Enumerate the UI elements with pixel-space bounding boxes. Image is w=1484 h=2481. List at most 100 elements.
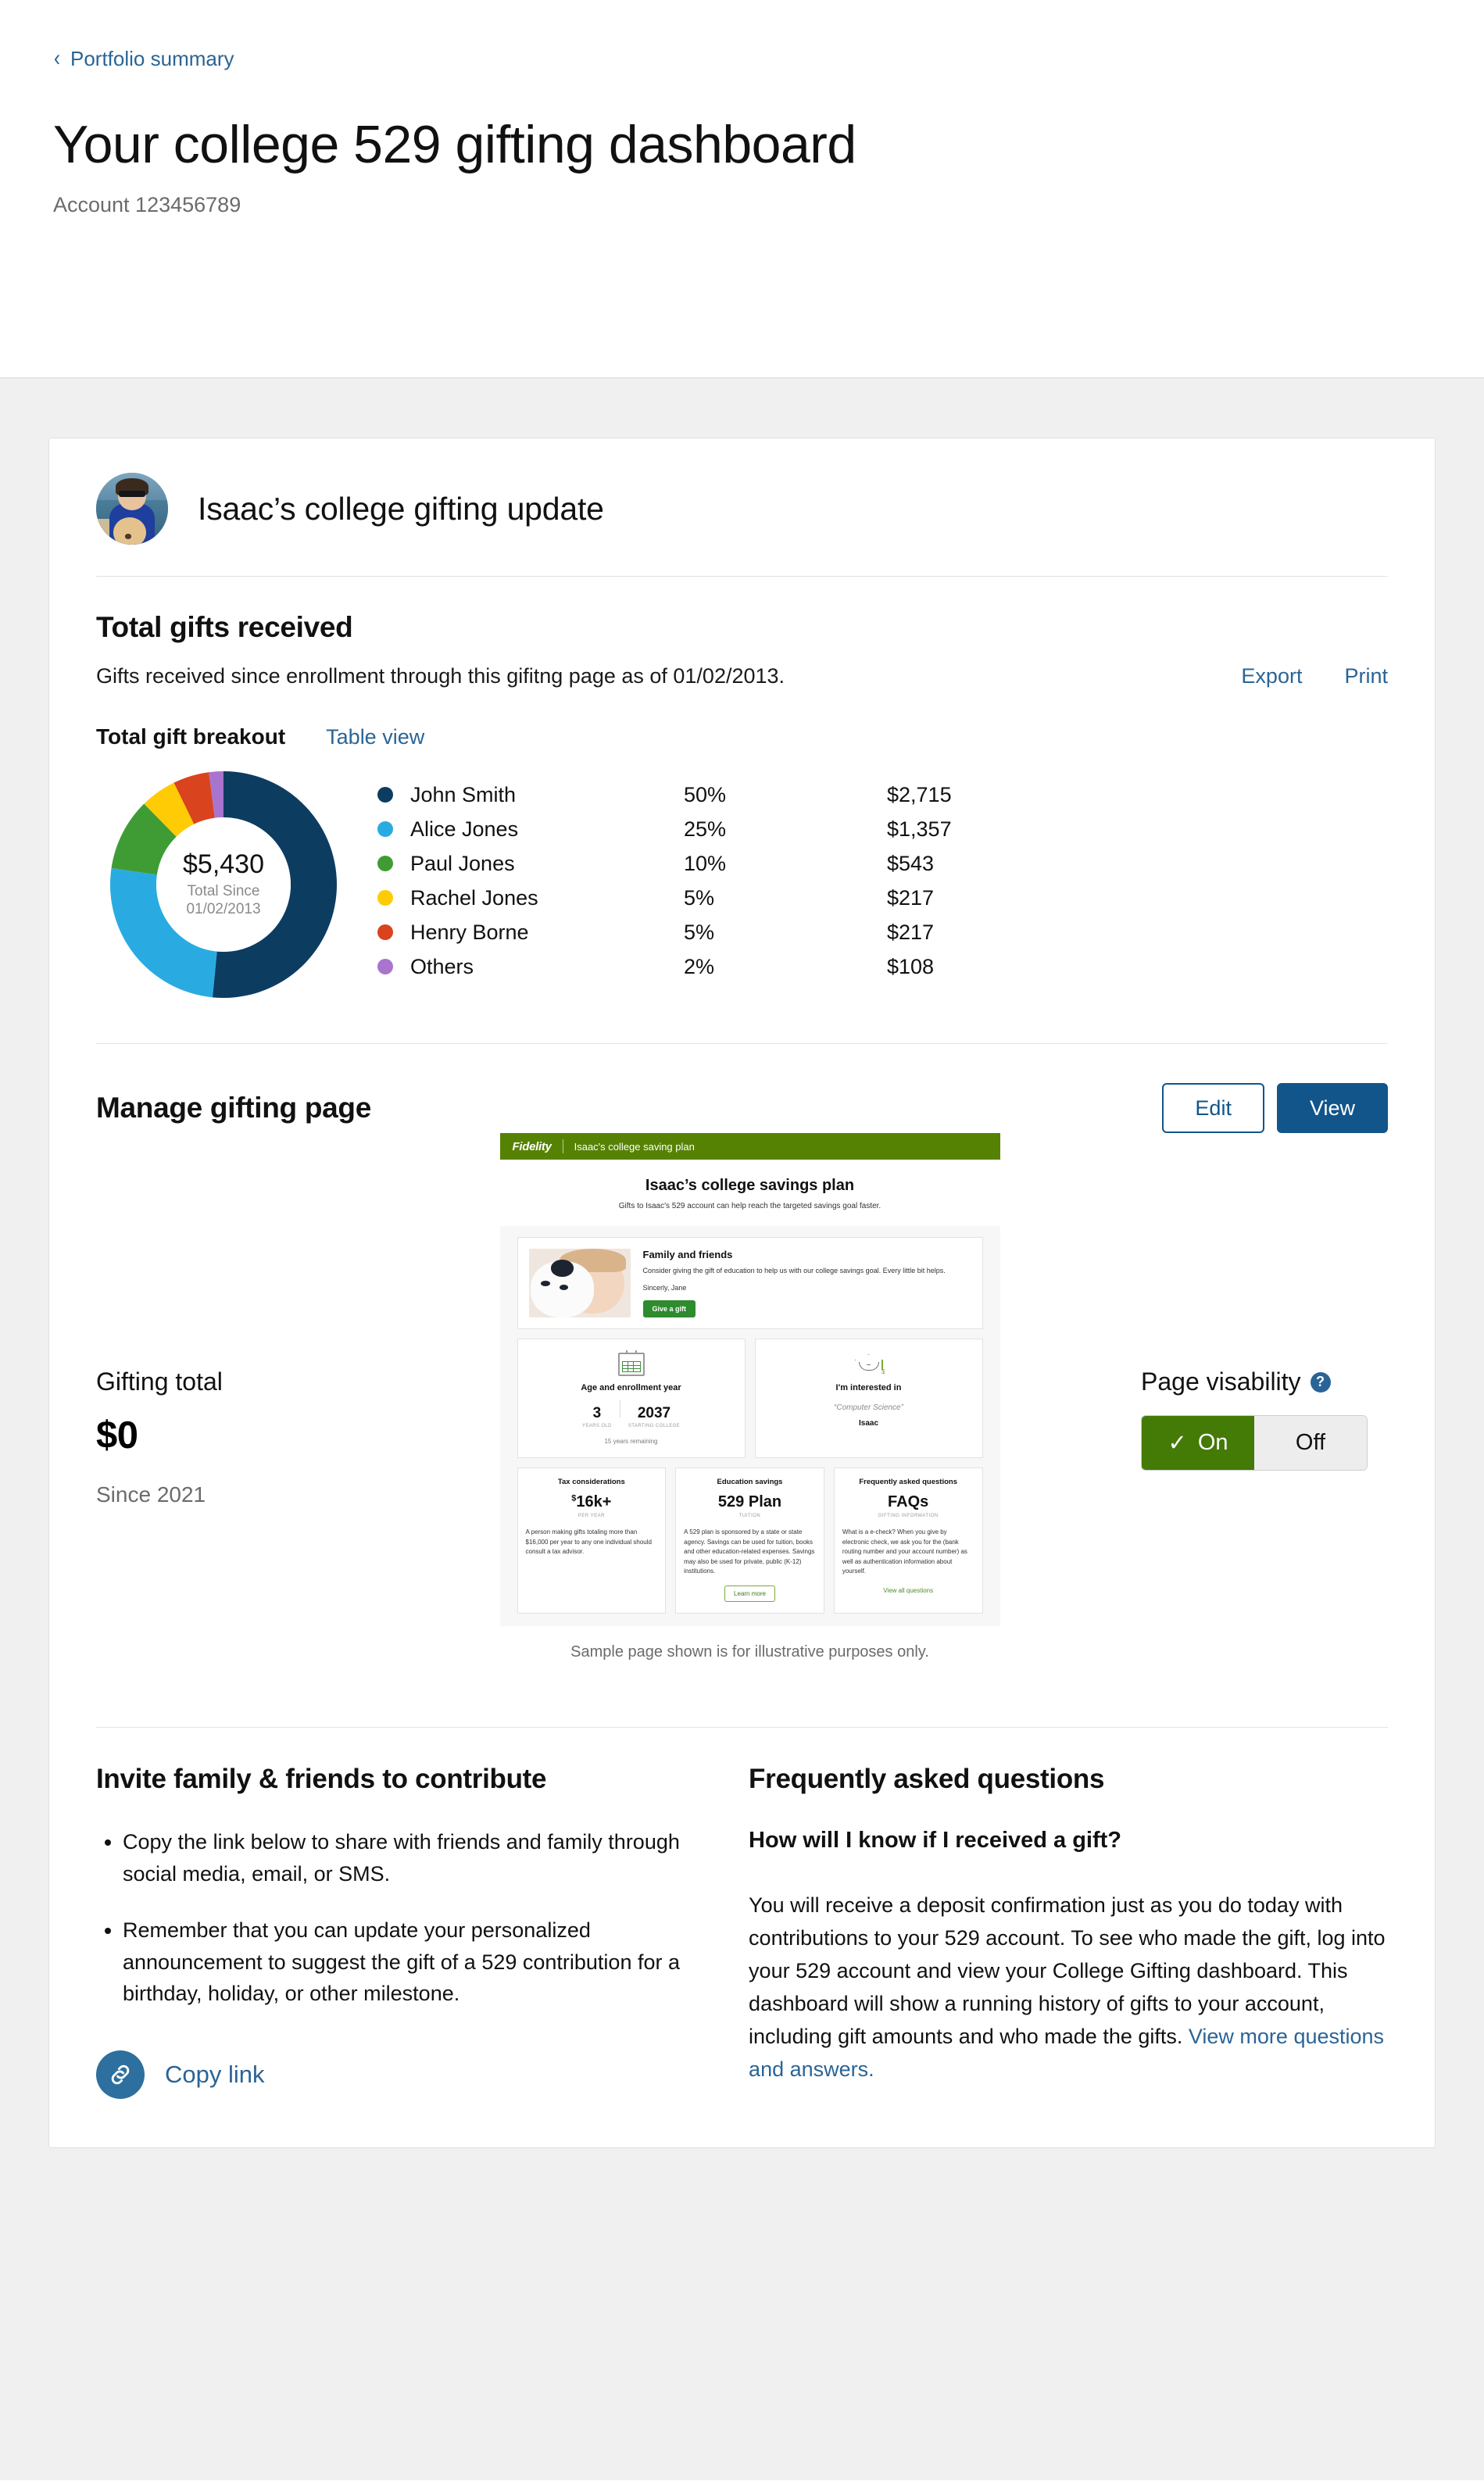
total-gifts-subtext: Gifts received since enrollment through … [96,664,785,688]
main-content-area: Isaac’s college gifting update Total gif… [0,378,1484,2480]
bottom-section: Invite family & friends to contribute Co… [96,1728,1388,2147]
toggle-off-option[interactable]: Off [1254,1416,1367,1471]
legend-row: Paul Jones 10% $543 [377,846,1388,881]
preview-faq-big: FAQs [888,1493,929,1511]
preview-tax-card: Tax considerations $16k+ PER YEAR A pers… [517,1468,667,1614]
legend-amount: $543 [887,851,935,875]
preview-year-value: 2037 [637,1405,671,1422]
legend-amount: $2,715 [887,782,952,806]
gift-breakout-chart: $5,430 Total Since 01/02/2013 John Smith… [96,771,1388,1043]
preview-family-title: Family and friends [642,1249,733,1261]
link-icon[interactable] [96,2050,145,2099]
preview-tax-body: A person making gifts totaling more than… [525,1528,652,1556]
copy-link-row[interactable]: Copy link [96,2050,686,2099]
legend-amount: $1,357 [887,817,952,841]
faq-answer: You will receive a deposit confirmation … [749,1889,1388,2086]
preview-hero-title: Isaac’s college savings plan [645,1177,855,1195]
legend-percent: 25% [684,817,727,841]
preview-faq-body: What is a e-check? When you give by elec… [842,1528,967,1575]
fidelity-logo: Fidelity [512,1139,552,1153]
legend-color-dot [377,959,393,974]
toggle-on-label: On [1197,1430,1228,1456]
legend-name: John Smith [410,782,517,806]
graduation-cap-icon: $ [763,1350,974,1378]
preview-family-signature: Sincerly, Jane [642,1283,687,1292]
export-link[interactable]: Export [1241,664,1302,688]
preview-family-body: Consider giving the gift of education to… [642,1267,946,1275]
faq-heading: Frequently asked questions [749,1764,1105,1795]
legend-color-dot [377,787,393,803]
total-gifts-heading: Total gifts received [96,611,353,643]
preview-faq-title: Frequently asked questions [859,1478,957,1487]
legend-row: Rachel Jones 5% $217 [377,881,1388,915]
invite-bullet-item: Remember that you can update your person… [123,1914,686,2010]
gifting-total-label: Gifting total [96,1367,223,1396]
legend-amount: $217 [887,885,935,910]
page-title: Your college 529 gifting dashboard [53,115,856,174]
preview-tax-label: PER YEAR [578,1514,605,1519]
preview-hero-subtitle: Gifts to Isaac's 529 account can help re… [618,1202,881,1211]
invite-heading: Invite family & friends to contribute [96,1764,547,1795]
legend-percent: 5% [684,885,715,910]
toggle-on-option[interactable]: ✓ On [1142,1416,1254,1471]
legend-name: Others [410,954,474,978]
preview-education-card: Education savings 529 Plan TUITION A 529… [675,1468,824,1614]
edit-button[interactable]: Edit [1162,1083,1264,1134]
legend-name: Henry Borne [410,920,529,944]
total-gifts-section: Total gifts received Gifts received sinc… [96,577,1388,1043]
invite-bullet-item: Copy the link below to share with friend… [123,1826,686,1889]
preview-family-friends-card: Family and friends Consider giving the g… [517,1237,983,1330]
dashboard-card: Isaac’s college gifting update Total gif… [48,438,1436,2148]
preview-year-label: STARTING COLLEGE [628,1424,681,1429]
preview-education-body: A 529 plan is sponsored by a state or st… [684,1528,815,1575]
legend-name: Alice Jones [410,817,519,841]
legend-percent: 10% [684,851,727,875]
preview-interest-card: $ I'm interested in “Computer Science” I… [754,1339,983,1459]
preview-tax-big: $16k+ [571,1493,612,1511]
check-icon: ✓ [1168,1431,1187,1457]
copy-link-label[interactable]: Copy link [165,2061,265,2089]
faq-column: Frequently asked questions How will I kn… [749,1764,1388,2099]
page-visability-toggle[interactable]: ✓ On Off [1141,1415,1368,1471]
legend-color-dot [377,821,393,837]
breadcrumb-portfolio-summary[interactable]: ‹ Portfolio summary [53,47,234,70]
donut-chart: $5,430 Total Since 01/02/2013 [110,771,338,998]
table-view-link[interactable]: Table view [326,725,424,749]
total-gift-breakout-heading: Total gift breakout [96,724,286,749]
donut-total-caption: Total Since 01/02/2013 [186,882,261,917]
preview-age-value: 3 [592,1405,602,1422]
preview-learn-more-button[interactable]: Learn more [724,1585,775,1603]
legend-amount: $217 [887,920,935,944]
invite-column: Invite family & friends to contribute Co… [96,1764,686,2099]
preview-hero: Isaac’s college savings plan Gifts to Is… [499,1160,1000,1227]
legend-row: Henry Borne 5% $217 [377,915,1388,949]
preview-give-a-gift-button[interactable]: Give a gift [642,1299,696,1317]
calendar-icon [526,1350,737,1378]
preview-two-card-row: Age and enrollment year 3 YEARS OLD 2037… [517,1339,983,1459]
legend-percent: 2% [684,954,715,978]
chevron-left-icon: ‹ [54,45,60,71]
preview-interest-title: I'm interested in [835,1383,902,1393]
manage-gifting-section: Manage gifting page Edit View Gifting to… [96,1044,1388,1727]
print-link[interactable]: Print [1344,664,1388,688]
help-icon[interactable]: ? [1310,1371,1331,1392]
preview-education-big: 529 Plan [717,1493,782,1511]
legend-name: Rachel Jones [410,885,538,910]
child-photo [528,1249,631,1318]
page-visability-label: Page visability [1141,1367,1301,1396]
preview-faq-card: Frequently asked questions FAQs GIFTING … [833,1468,983,1614]
preview-tax-title: Tax considerations [557,1478,625,1487]
preview-age-card: Age and enrollment year 3 YEARS OLD 2037… [517,1339,746,1459]
invite-bullet-list: Copy the link below to share with friend… [96,1826,686,2010]
preview-age-label: YEARS OLD [581,1424,612,1429]
legend-color-dot [377,924,393,940]
view-button[interactable]: View [1276,1083,1388,1134]
gifting-total-since: Since 2021 [96,1482,206,1507]
gifting-page-preview[interactable]: Fidelity Isaac's college saving plan Isa… [499,1133,1000,1627]
legend-percent: 50% [684,782,727,806]
card-header: Isaac’s college gifting update [96,438,1388,577]
preview-faq-label: GIFTING INFORMATION [878,1514,939,1519]
preview-view-all-questions-link[interactable]: View all questions [883,1587,933,1594]
gifting-total-block: Gifting total $0 Since 2021 [96,1133,393,1507]
preview-topbar: Fidelity Isaac's college saving plan [499,1133,1000,1160]
